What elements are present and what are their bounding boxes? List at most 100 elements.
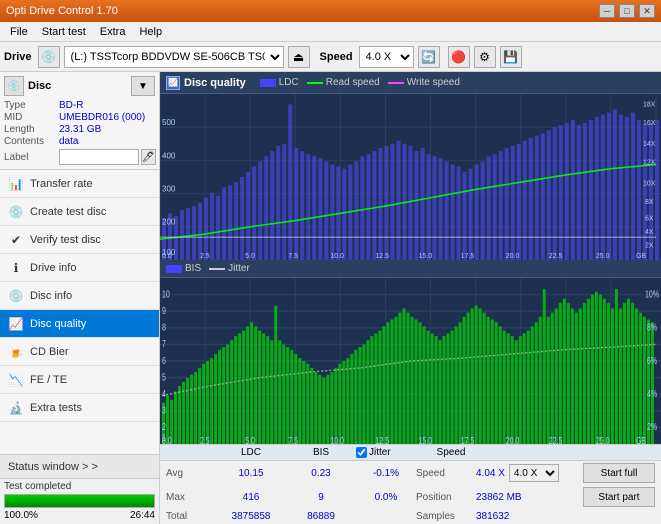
- stats-bar: LDC BIS Jitter Speed Avg 10.15 0.23 -0.1…: [160, 444, 661, 524]
- drive-icon-btn[interactable]: 💿: [38, 46, 60, 68]
- svg-text:15.0: 15.0: [419, 435, 433, 444]
- status-window-button[interactable]: Status window > >: [0, 454, 159, 478]
- settings-button[interactable]: ⚙: [474, 46, 496, 68]
- transfer-rate-icon: 📊: [8, 176, 24, 192]
- sidebar-item-cd-bier[interactable]: 🍺 CD Bier: [0, 338, 159, 366]
- disc-header: 💿 Disc ▼: [4, 76, 155, 96]
- jitter-label-text: Jitter: [369, 447, 391, 458]
- speed-select-toolbar[interactable]: 4.0 X: [359, 46, 414, 68]
- speed-select-stats[interactable]: 4.0 X: [509, 464, 559, 482]
- menu-start-test[interactable]: Start test: [36, 24, 92, 40]
- progress-bar-inner: [5, 495, 154, 507]
- maximize-button[interactable]: □: [619, 4, 635, 18]
- burn-button[interactable]: 🔴: [448, 46, 470, 68]
- sidebar-item-disc-info[interactable]: 💿 Disc info: [0, 282, 159, 310]
- chart-icon: 📈: [166, 76, 180, 90]
- main-layout: 💿 Disc ▼ Type BD-R MID UMEBDR016 (000) L…: [0, 72, 661, 524]
- bottom-chart: 10 9 8 7 6 5 4 3 2 1 0.0 2.5 5.0 7.5 10.…: [160, 278, 661, 444]
- sidebar-item-create-test-disc[interactable]: 💿 Create test disc: [0, 198, 159, 226]
- svg-text:20.0: 20.0: [506, 252, 520, 260]
- menu-help[interactable]: Help: [133, 24, 168, 40]
- drive-select[interactable]: (L:) TSSTcorp BDDVDW SE-506CB TS02: [64, 46, 284, 68]
- speed-header: Speed: [416, 447, 486, 458]
- sidebar-item-label: Verify test disc: [30, 234, 101, 246]
- progress-bar-outer: [4, 494, 155, 508]
- svg-text:17.5: 17.5: [461, 252, 475, 260]
- total-ldc: 3875858: [216, 511, 286, 522]
- menu-extra[interactable]: Extra: [94, 24, 132, 40]
- speed-select-stats-wrap: 4.0 X: [509, 464, 559, 482]
- contents-key: Contents: [4, 136, 59, 147]
- svg-text:9: 9: [162, 305, 166, 316]
- svg-text:10.0: 10.0: [330, 252, 344, 260]
- content-area: 📈 Disc quality LDC Read speed Write spee…: [160, 72, 661, 524]
- bis-label: BIS: [185, 263, 201, 274]
- disc-info-expand-btn[interactable]: ▼: [131, 76, 155, 96]
- legend-bis: BIS: [166, 263, 201, 274]
- create-test-disc-icon: 💿: [8, 204, 24, 220]
- svg-text:400: 400: [162, 151, 176, 160]
- max-label: Max: [166, 492, 216, 503]
- svg-text:GB: GB: [636, 252, 646, 260]
- sidebar: 💿 Disc ▼ Type BD-R MID UMEBDR016 (000) L…: [0, 72, 160, 524]
- svg-text:17.5: 17.5: [461, 435, 475, 444]
- nav-items: 📊 Transfer rate 💿 Create test disc ✔ Ver…: [0, 170, 159, 454]
- extra-tests-icon: 🔬: [8, 400, 24, 416]
- svg-text:6: 6: [162, 355, 166, 366]
- sidebar-item-extra-tests[interactable]: 🔬 Extra tests: [0, 394, 159, 422]
- close-button[interactable]: ✕: [639, 4, 655, 18]
- position-value: 23862 MB: [476, 492, 522, 503]
- status-window-label: Status window > >: [8, 461, 98, 473]
- menu-file[interactable]: File: [4, 24, 34, 40]
- svg-text:8: 8: [162, 321, 166, 332]
- disc-length-row: Length 23.31 GB: [4, 124, 155, 135]
- svg-text:7.5: 7.5: [288, 435, 298, 444]
- svg-text:0.0: 0.0: [162, 435, 172, 444]
- sidebar-item-fe-te[interactable]: 📉 FE / TE: [0, 366, 159, 394]
- svg-text:4X: 4X: [645, 228, 654, 236]
- refresh-button[interactable]: 🔄: [418, 46, 440, 68]
- svg-text:8X: 8X: [645, 198, 654, 206]
- svg-text:6%: 6%: [647, 355, 658, 366]
- svg-text:22.5: 22.5: [549, 252, 563, 260]
- ldc-color: [260, 79, 276, 87]
- disc-info-icon: 💿: [8, 288, 24, 304]
- label-edit-btn[interactable]: 🖊: [141, 149, 156, 165]
- svg-text:300: 300: [162, 184, 176, 193]
- avg-ldc: 10.15: [216, 468, 286, 479]
- disc-quality-icon: 📈: [8, 316, 24, 332]
- svg-text:12.5: 12.5: [375, 252, 389, 260]
- sidebar-item-verify-test-disc[interactable]: ✔ Verify test disc: [0, 226, 159, 254]
- speed-label-row: Speed: [416, 468, 476, 479]
- start-full-button[interactable]: Start full: [583, 463, 655, 483]
- disc-icon: 💿: [4, 76, 24, 96]
- svg-text:22.5: 22.5: [549, 435, 563, 444]
- stats-total-row: Total 3875858 86889 Samples 381632: [160, 509, 661, 524]
- jitter-checkbox[interactable]: [356, 447, 367, 458]
- bis-color: [166, 265, 182, 273]
- eject-button[interactable]: ⏏: [288, 46, 310, 68]
- save-button[interactable]: 💾: [500, 46, 522, 68]
- svg-text:2X: 2X: [645, 241, 654, 249]
- start-part-button[interactable]: Start part: [583, 487, 655, 507]
- samples-value: 381632: [476, 511, 509, 522]
- disc-label-input[interactable]: [59, 149, 139, 165]
- write-speed-label: Write speed: [407, 77, 460, 88]
- avg-label: Avg: [166, 468, 216, 479]
- sidebar-item-disc-quality[interactable]: 📈 Disc quality: [0, 310, 159, 338]
- sidebar-item-transfer-rate[interactable]: 📊 Transfer rate: [0, 170, 159, 198]
- svg-text:25.0: 25.0: [596, 252, 610, 260]
- sidebar-item-drive-info[interactable]: ℹ Drive info: [0, 254, 159, 282]
- jitter-checkbox-label[interactable]: Jitter: [356, 447, 416, 458]
- minimize-button[interactable]: ─: [599, 4, 615, 18]
- stats-header: LDC BIS Jitter Speed: [160, 445, 661, 461]
- svg-text:GB: GB: [636, 435, 646, 444]
- svg-text:12X: 12X: [643, 158, 656, 166]
- svg-text:500: 500: [162, 118, 176, 127]
- contents-value: data: [59, 136, 78, 147]
- svg-text:8%: 8%: [647, 321, 658, 332]
- max-bis: 9: [286, 492, 356, 503]
- fe-te-icon: 📉: [8, 372, 24, 388]
- svg-text:0.0: 0.0: [162, 252, 172, 260]
- svg-text:7: 7: [162, 338, 166, 349]
